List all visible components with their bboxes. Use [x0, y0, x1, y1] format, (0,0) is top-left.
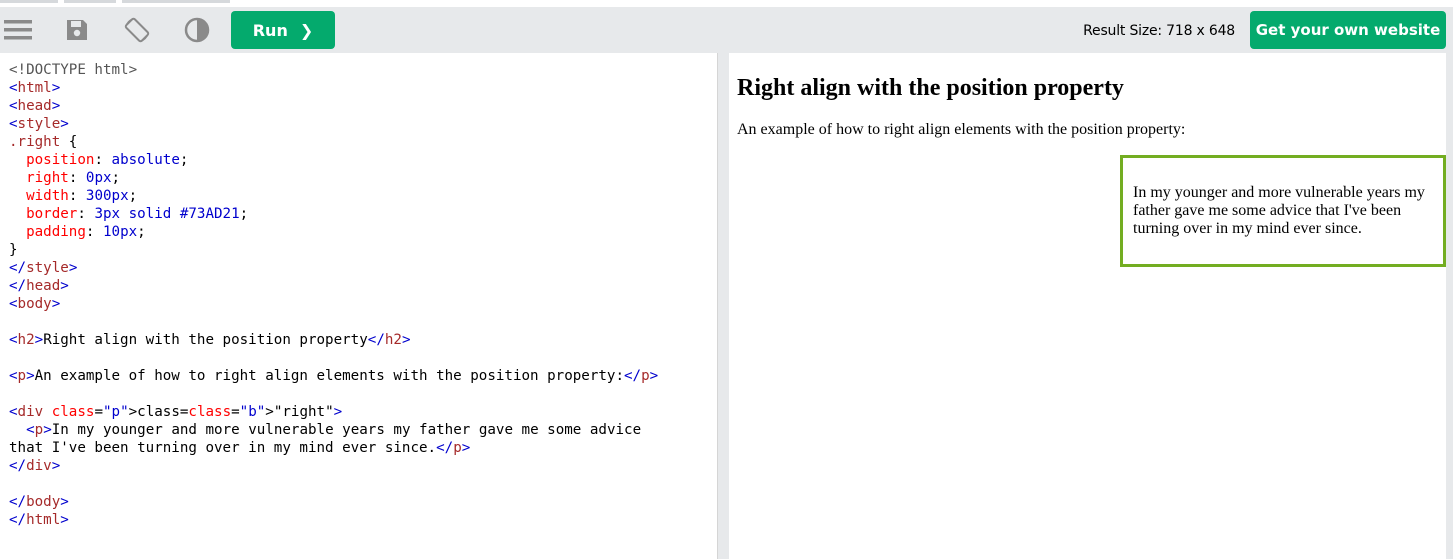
tab-indicator: [0, 0, 58, 3]
right-aligned-box: In my younger and more vulnerable years …: [1120, 155, 1446, 267]
chevron-right-icon: ❯: [299, 20, 314, 40]
pane-divider[interactable]: [719, 53, 728, 559]
run-button[interactable]: Run ❯: [231, 11, 335, 49]
scrollbar[interactable]: [1446, 53, 1453, 559]
contrast-icon[interactable]: [183, 16, 211, 44]
rotate-icon[interactable]: [123, 16, 151, 44]
toolbar: Run ❯ Result Size: 718 x 648 Get your ow…: [0, 7, 1453, 53]
browser-tab-strip: [0, 0, 1453, 7]
result-heading: Right align with the position property: [737, 75, 1124, 101]
code-editor[interactable]: <!DOCTYPE html> <html> <head> <style> .r…: [0, 53, 718, 559]
tab-indicator: [64, 0, 116, 3]
result-pane: Right align with the position property A…: [729, 53, 1446, 559]
code-text[interactable]: <!DOCTYPE html> <html> <head> <style> .r…: [0, 53, 717, 529]
run-label: Run: [252, 20, 288, 40]
result-paragraph: An example of how to right align element…: [737, 121, 1186, 138]
menu-icon[interactable]: [4, 16, 32, 44]
save-icon[interactable]: [63, 16, 91, 44]
result-size-label: Result Size: 718 x 648: [1083, 23, 1235, 39]
tab-indicator: [122, 0, 230, 3]
get-your-own-website-button[interactable]: Get your own website: [1250, 11, 1446, 49]
box-text: In my younger and more vulnerable years …: [1133, 184, 1425, 237]
